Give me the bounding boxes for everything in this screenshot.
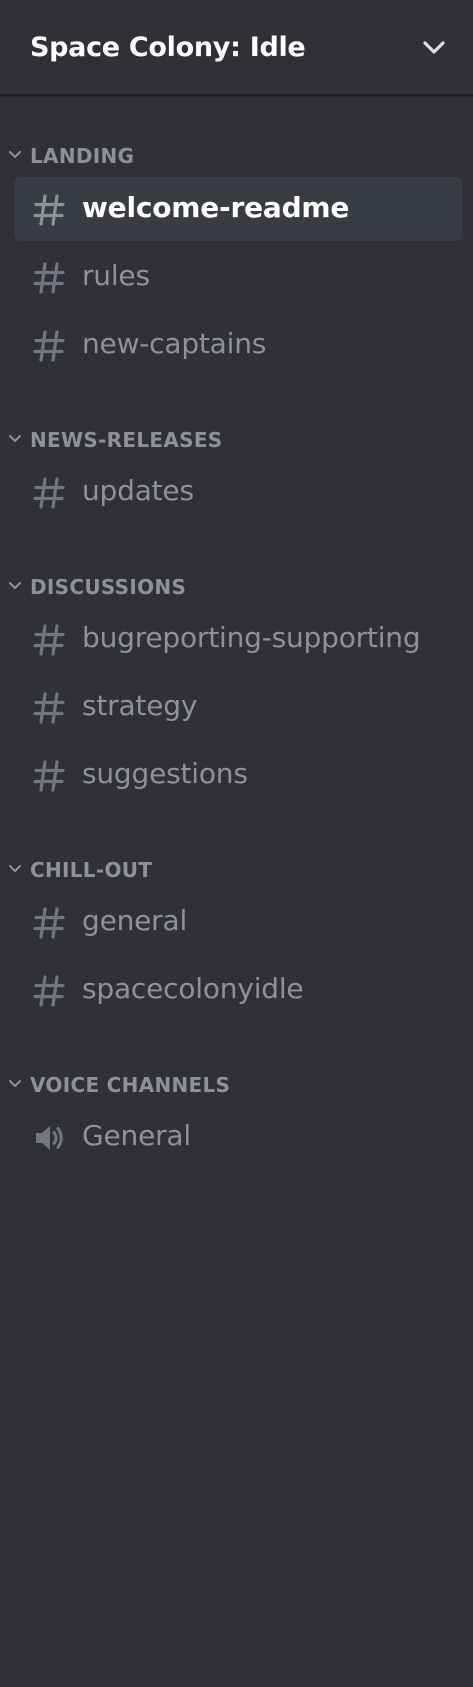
- channel-spacecolonyidle[interactable]: spacecolonyidle: [14, 958, 462, 1022]
- chevron-down-icon: [9, 435, 21, 442]
- chevron-down-icon: [9, 865, 21, 872]
- server-header[interactable]: Space Colony: Idle: [0, 0, 473, 96]
- chevron-down-icon: [9, 1080, 21, 1087]
- category-label: NEWS-RELEASES: [30, 428, 223, 452]
- channel-updates[interactable]: updates: [14, 460, 462, 524]
- channel-label: rules: [82, 259, 150, 292]
- hash-icon: [33, 194, 65, 226]
- channel-label: welcome-readme: [82, 191, 350, 224]
- channel-bugreporting-supporting[interactable]: bugreporting-supporting: [14, 607, 462, 671]
- channel-sidebar: Space Colony: Idle LANDING welcome-readm…: [0, 0, 473, 1687]
- category-chill-out[interactable]: CHILL-OUT: [0, 852, 473, 888]
- channel-label: new-captains: [82, 327, 267, 360]
- chevron-down-icon: [9, 582, 21, 589]
- hash-icon: [33, 624, 65, 656]
- channel-general[interactable]: general: [14, 890, 462, 954]
- channel-label: general: [82, 904, 188, 937]
- category-label: DISCUSSIONS: [30, 575, 187, 599]
- channel-label: spacecolonyidle: [82, 972, 304, 1005]
- category-discussions[interactable]: DISCUSSIONS: [0, 569, 473, 605]
- category-label: VOICE CHANNELS: [30, 1073, 231, 1097]
- category-label: CHILL-OUT: [30, 858, 153, 882]
- hash-icon: [33, 477, 65, 509]
- channel-suggestions[interactable]: suggestions: [14, 743, 462, 807]
- channel-label: suggestions: [82, 757, 248, 790]
- channel-label: General: [82, 1119, 191, 1152]
- hash-icon: [33, 330, 65, 362]
- category-landing[interactable]: LANDING: [0, 138, 473, 174]
- category-label: LANDING: [30, 144, 135, 168]
- chevron-down-icon[interactable]: [421, 38, 447, 58]
- channel-welcome-readme[interactable]: welcome-readme: [14, 177, 462, 241]
- channel-rules[interactable]: rules: [14, 245, 462, 309]
- hash-icon: [33, 760, 65, 792]
- server-name: Space Colony: Idle: [30, 31, 306, 63]
- channel-label: bugreporting-supporting: [82, 621, 421, 654]
- category-news-releases[interactable]: NEWS-RELEASES: [0, 422, 473, 458]
- channel-label: updates: [82, 474, 194, 507]
- hash-icon: [33, 692, 65, 724]
- hash-icon: [33, 975, 65, 1007]
- voice-channel-general[interactable]: General: [14, 1105, 462, 1169]
- channel-new-captains[interactable]: new-captains: [14, 313, 462, 377]
- chevron-down-icon: [9, 151, 21, 158]
- hash-icon: [33, 907, 65, 939]
- speaker-icon: [36, 1126, 63, 1150]
- channel-label: strategy: [82, 689, 198, 722]
- category-voice-channels[interactable]: VOICE CHANNELS: [0, 1067, 473, 1103]
- channel-strategy[interactable]: strategy: [14, 675, 462, 739]
- hash-icon: [33, 262, 65, 294]
